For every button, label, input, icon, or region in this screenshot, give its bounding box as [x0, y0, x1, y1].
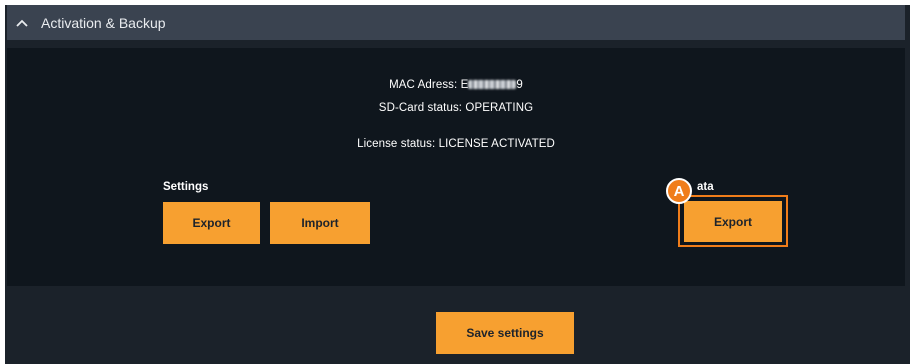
mac-address-redacted: [468, 80, 517, 90]
mac-address-suffix: 9: [516, 79, 523, 91]
section-title: Activation & Backup: [41, 14, 166, 31]
settings-label: Settings: [163, 181, 209, 193]
mac-address-label: MAC Adress: E: [389, 79, 469, 91]
activation-panel: MAC Adress: E 9 SD-Card status: OPERATING…: [7, 48, 905, 286]
mac-address-text: MAC Adress: E 9: [7, 79, 905, 91]
chevron-up-icon[interactable]: [15, 16, 29, 30]
section-header-activation-backup[interactable]: Activation & Backup: [7, 5, 905, 40]
import-settings-button[interactable]: Import: [270, 202, 370, 244]
save-settings-button[interactable]: Save settings: [436, 312, 574, 354]
annotation-badge: A: [666, 178, 692, 204]
license-status-text: License status: LICENSE ACTIVATED: [357, 138, 555, 150]
data-label: ata: [697, 181, 714, 193]
export-settings-button[interactable]: Export: [163, 202, 260, 244]
sd-card-status-text: SD-Card status: OPERATING: [378, 102, 534, 114]
export-data-button[interactable]: Export: [684, 201, 782, 242]
